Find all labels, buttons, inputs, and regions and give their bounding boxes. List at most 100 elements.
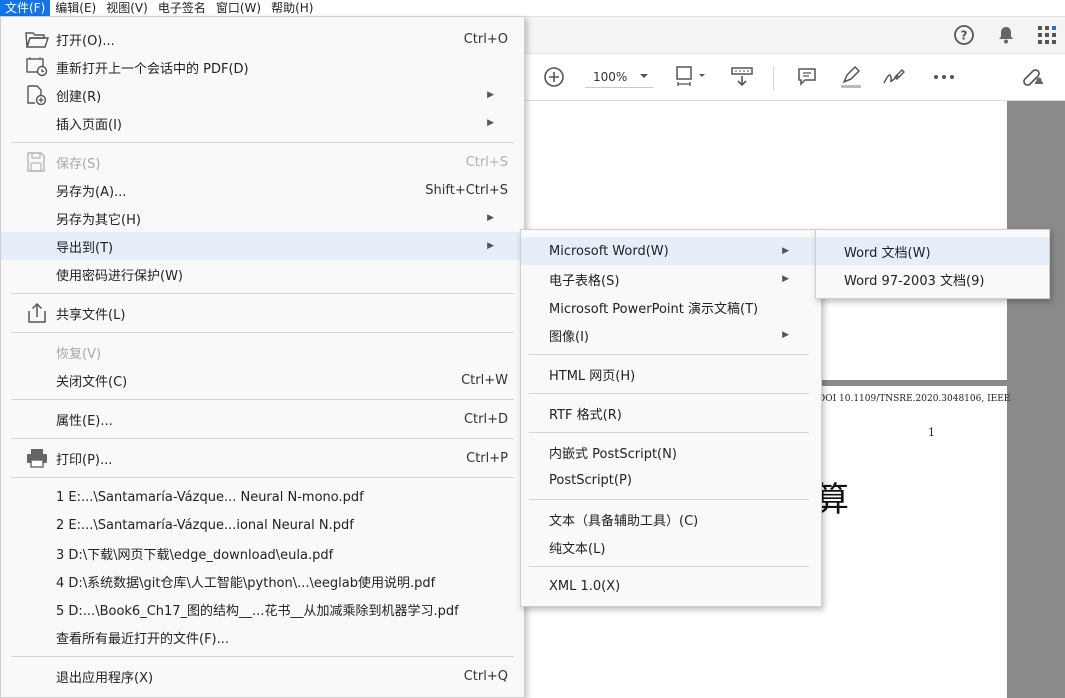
svg-text:?: ?	[961, 29, 968, 43]
menu-item-protect-with-password[interactable]: 使用密码进行保护(W)	[1, 260, 524, 288]
menu-item-label: 文本（具备辅助工具）(C)	[549, 513, 699, 529]
recent-file-item[interactable]: 4 D:\系统数据\git仓库\人工智能\python\...\eeglab使用…	[1, 567, 524, 595]
create-document-icon	[25, 85, 49, 106]
highlight-pen-icon[interactable]	[836, 54, 866, 100]
menu-item-save-as-other[interactable]: 另存为其它(H) ▶	[1, 204, 524, 232]
menu-item-label: HTML 网页(H)	[549, 368, 636, 384]
menu-item-open[interactable]: 打开(O)... Ctrl+O	[1, 25, 524, 53]
menu-separator	[11, 142, 514, 143]
menu-item-label: Microsoft Word(W)	[549, 243, 669, 259]
menu-separator	[11, 477, 514, 478]
notification-bell-icon[interactable]	[996, 25, 1016, 49]
menu-item-label: RTF 格式(R)	[549, 407, 622, 423]
zoom-in-icon[interactable]	[541, 54, 567, 100]
menu-separator	[11, 438, 514, 439]
share-upload-icon	[25, 302, 49, 323]
menu-item-close-file[interactable]: 关闭文件(C) Ctrl+W	[1, 366, 524, 394]
shortcut-label: Shift+Ctrl+S	[425, 182, 508, 198]
page-fit-icon[interactable]	[673, 54, 709, 100]
export-submenu: Microsoft Word(W) ▶ 电子表格(S) ▶ Microsoft …	[520, 229, 822, 607]
menu-item-label: 另存为(A)...	[56, 184, 127, 200]
menu-item-view-all-recent[interactable]: 查看所有最近打开的文件(F)...	[1, 623, 524, 651]
apps-grid-icon[interactable]	[1037, 25, 1057, 49]
help-icon[interactable]: ?	[953, 24, 975, 50]
menu-item-reopen-session[interactable]: 重新打开上一个会话中的 PDF(D)	[1, 53, 524, 81]
toolbar-separator	[773, 66, 774, 90]
menu-item-export-to[interactable]: 导出到(T) ▶	[1, 232, 524, 260]
menu-separator	[529, 566, 809, 567]
submenu-arrow-icon: ▶	[782, 246, 789, 256]
menu-item-save-as[interactable]: 另存为(A)... Shift+Ctrl+S	[1, 176, 524, 204]
scroll-mode-icon[interactable]	[727, 54, 757, 100]
share-link-icon[interactable]	[1017, 54, 1049, 100]
menu-separator	[529, 432, 809, 433]
shortcut-label: Ctrl+Q	[463, 668, 508, 684]
menu-item-label: XML 1.0(X)	[549, 578, 621, 594]
menu-item-export-postscript[interactable]: PostScript(P)	[521, 466, 821, 494]
menu-item-label: 关闭文件(C)	[56, 374, 128, 390]
menu-item-export-powerpoint[interactable]: Microsoft PowerPoint 演示文稿(T)	[521, 293, 821, 321]
menu-esign[interactable]: 电子签名	[153, 0, 211, 16]
recent-file-item[interactable]: 1 E:...\Santamaría-Vázque... Neural N-mo…	[1, 483, 524, 511]
menu-window[interactable]: 窗口(W)	[211, 0, 266, 16]
menu-item-insert-page[interactable]: 插入页面(I) ▶	[1, 109, 524, 137]
menu-item-export-text-accessible[interactable]: 文本（具备辅助工具）(C)	[521, 505, 821, 533]
more-options-icon[interactable]	[929, 54, 959, 100]
submenu-arrow-icon: ▶	[487, 118, 494, 128]
submenu-arrow-icon: ▶	[487, 90, 494, 100]
menu-item-label: 插入页面(I)	[56, 117, 122, 133]
menu-item-export-word[interactable]: Microsoft Word(W) ▶	[521, 237, 821, 265]
menu-item-label: 共享文件(L)	[56, 307, 126, 323]
menu-item-export-spreadsheet[interactable]: 电子表格(S) ▶	[521, 265, 821, 293]
menu-item-export-image[interactable]: 图像(I) ▶	[521, 321, 821, 349]
menu-item-label: 电子表格(S)	[549, 273, 620, 289]
menu-edit[interactable]: 编辑(E)	[50, 0, 101, 16]
shortcut-label: Ctrl+P	[466, 450, 508, 466]
recent-file-label: 1 E:...\Santamaría-Vázque... Neural N-mo…	[56, 489, 364, 505]
menu-item-create[interactable]: 创建(R) ▶	[1, 81, 524, 109]
menu-item-exit[interactable]: 退出应用程序(X) Ctrl+Q	[1, 662, 524, 690]
menu-item-revert[interactable]: 恢复(V)	[1, 338, 524, 366]
menu-item-label: 内嵌式 PostScript(N)	[549, 446, 677, 462]
submenu-arrow-icon: ▶	[487, 213, 494, 223]
menu-item-share-file[interactable]: 共享文件(L)	[1, 299, 524, 327]
folder-open-icon	[25, 29, 49, 49]
app-header: ?	[525, 17, 1065, 54]
menu-view[interactable]: 视图(V)	[101, 0, 153, 16]
menu-item-word-document[interactable]: Word 文档(W)	[816, 237, 1049, 265]
menu-item-label: PostScript(P)	[549, 472, 632, 488]
submenu-arrow-icon: ▶	[782, 330, 789, 340]
menu-help[interactable]: 帮助(H)	[266, 0, 318, 16]
menu-item-properties[interactable]: 属性(E)... Ctrl+D	[1, 405, 524, 433]
menu-item-label: 纯文本(L)	[549, 541, 606, 557]
save-disk-icon	[25, 152, 49, 172]
recent-file-item[interactable]: 3 D:\下载\网页下载\edge_download\eula.pdf	[1, 539, 524, 567]
zoom-level-select[interactable]: 100%	[585, 66, 653, 88]
toolbar: 100%	[525, 54, 1065, 101]
shortcut-label: Ctrl+D	[463, 411, 508, 427]
comment-icon[interactable]	[793, 54, 821, 100]
recent-file-item[interactable]: 2 E:...\Santamaría-Vázque...ional Neural…	[1, 511, 524, 539]
menu-item-word-97-2003[interactable]: Word 97-2003 文档(9)	[816, 265, 1049, 293]
menu-item-label: 创建(R)	[56, 89, 102, 105]
menu-item-export-rtf[interactable]: RTF 格式(R)	[521, 399, 821, 427]
page-number: 1	[928, 426, 935, 439]
sign-icon[interactable]	[879, 54, 909, 100]
menu-separator	[11, 332, 514, 333]
menu-item-export-plain-text[interactable]: 纯文本(L)	[521, 533, 821, 561]
menu-item-label: 重新打开上一个会话中的 PDF(D)	[56, 61, 249, 77]
recent-file-label: 5 D:...\Book6_Ch17_图的结构__...花书__从加减乘除到机器…	[56, 603, 459, 619]
menu-item-print[interactable]: 打印(P)... Ctrl+P	[1, 444, 524, 472]
menu-item-label: 保存(S)	[56, 156, 101, 172]
recent-file-item[interactable]: 5 D:...\Book6_Ch17_图的结构__...花书__从加减乘除到机器…	[1, 595, 524, 623]
menu-item-save[interactable]: 保存(S) Ctrl+S	[1, 148, 524, 176]
menu-item-export-embedded-postscript[interactable]: 内嵌式 PostScript(N)	[521, 438, 821, 466]
recent-file-label: 4 D:\系统数据\git仓库\人工智能\python\...\eeglab使用…	[56, 575, 436, 591]
menu-item-label: 使用密码进行保护(W)	[56, 268, 183, 284]
shortcut-label: Ctrl+O	[463, 31, 508, 47]
menu-item-label: 另存为其它(H)	[56, 212, 141, 228]
menu-item-label: 查看所有最近打开的文件(F)...	[56, 631, 230, 647]
menu-file[interactable]: 文件(F)	[0, 0, 51, 16]
menu-item-export-html[interactable]: HTML 网页(H)	[521, 360, 821, 388]
menu-item-export-xml[interactable]: XML 1.0(X)	[521, 572, 821, 600]
